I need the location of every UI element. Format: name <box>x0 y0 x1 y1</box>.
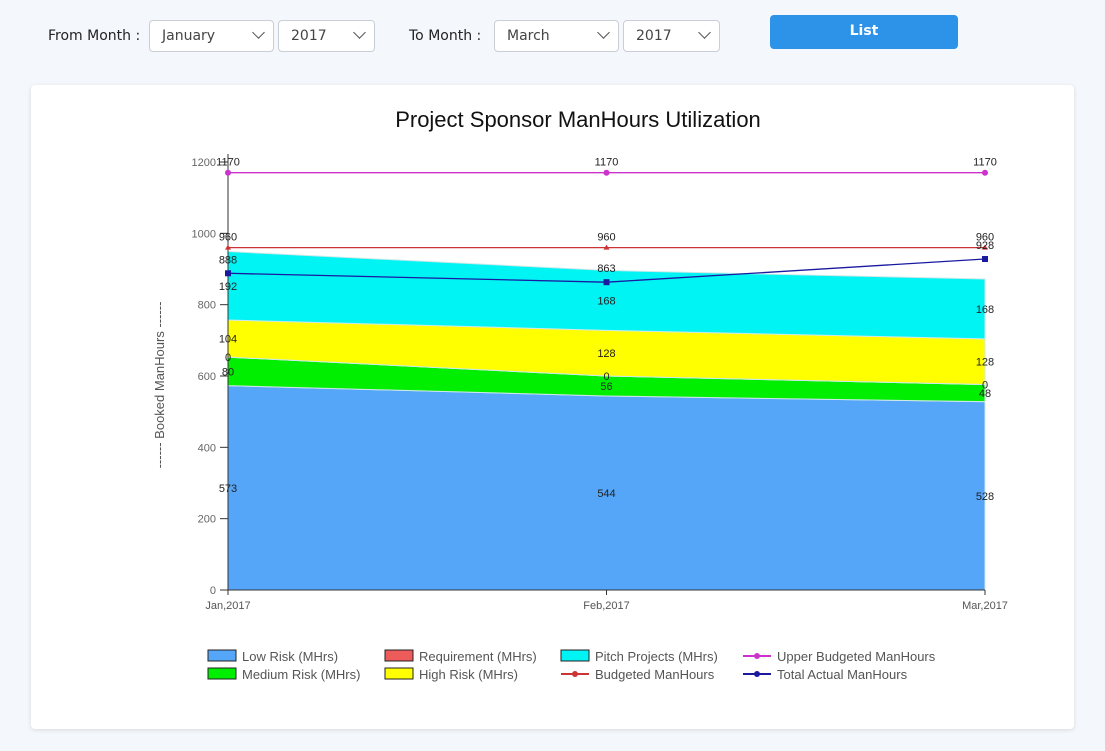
chart-svg: Project Sponsor ManHours Utilization 0 20… <box>152 107 1008 682</box>
x-tick-label: Mar,2017 <box>962 600 1008 612</box>
data-label: 544 <box>597 488 615 500</box>
chevron-down-icon <box>698 26 711 39</box>
data-label: 0 <box>225 352 231 364</box>
legend-swatch <box>207 667 237 680</box>
data-label: 104 <box>219 334 237 346</box>
data-label: 528 <box>976 491 994 503</box>
y-tick-label: 800 <box>198 300 216 312</box>
legend-swatch <box>207 649 237 662</box>
from-year-value: 2017 <box>291 28 327 44</box>
chart-title: Project Sponsor ManHours Utilization <box>395 107 761 132</box>
data-label: 1170 <box>973 157 997 169</box>
line-marker <box>225 270 231 277</box>
y-axis-label: ------ Booked ManHours ------ <box>152 302 167 469</box>
filter-bar: From Month : January 2017 To Month : Mar… <box>0 0 1105 70</box>
list-button[interactable]: List <box>770 15 958 49</box>
data-label: 128 <box>597 348 615 360</box>
data-label: 960 <box>597 232 615 244</box>
to-month-value: March <box>507 28 550 44</box>
legend-label: Upper Budgeted ManHours <box>777 649 936 664</box>
y-tick-label: 200 <box>198 514 216 526</box>
data-label: 0 <box>982 380 988 392</box>
data-label: 863 <box>597 263 615 275</box>
chevron-down-icon <box>353 26 366 39</box>
legend-label: Medium Risk (MHrs) <box>242 667 360 682</box>
data-label: 1170 <box>216 157 240 169</box>
line-marker <box>603 169 610 176</box>
to-month-select[interactable]: March <box>494 20 619 52</box>
line-marker <box>982 256 988 263</box>
data-label: 128 <box>976 357 994 369</box>
chart-card: Project Sponsor ManHours Utilization 0 20… <box>31 85 1074 729</box>
legend-swatch <box>384 649 414 662</box>
from-month-label: From Month : <box>48 28 141 44</box>
data-label: 928 <box>976 240 994 252</box>
legend-label: Pitch Projects (MHrs) <box>595 649 718 664</box>
from-month-value: January <box>162 28 216 44</box>
from-month-select[interactable]: January <box>149 20 274 52</box>
to-year-value: 2017 <box>636 28 672 44</box>
data-label: 888 <box>219 254 237 266</box>
y-tick-label: 1000 <box>192 228 216 240</box>
data-label: 1170 <box>595 157 619 169</box>
legend-label: Low Risk (MHrs) <box>242 649 338 664</box>
legend-label: Requirement (MHrs) <box>419 649 537 664</box>
line-marker <box>225 169 231 176</box>
line-marker <box>603 279 610 286</box>
legend: Low Risk (MHrs) Requirement (MHrs) Pitch P… <box>207 649 936 682</box>
data-label: 168 <box>976 304 994 316</box>
data-label: 573 <box>219 483 237 495</box>
to-month-label: To Month : <box>409 28 482 44</box>
legend-label: Budgeted ManHours <box>595 667 715 682</box>
line-marker <box>982 169 988 176</box>
legend-label: High Risk (MHrs) <box>419 667 518 682</box>
data-label: 0 <box>603 371 609 383</box>
x-tick-label: Jan,2017 <box>205 600 250 612</box>
legend-marker <box>754 653 760 659</box>
legend-marker <box>754 671 760 677</box>
y-tick-label: 0 <box>210 585 216 597</box>
legend-swatch <box>560 649 590 662</box>
y-tick-label: 600 <box>198 371 216 383</box>
chevron-down-icon <box>252 26 265 39</box>
to-year-select[interactable]: 2017 <box>623 20 720 52</box>
legend-label: Total Actual ManHours <box>777 667 908 682</box>
legend-marker <box>572 671 578 677</box>
data-label: 960 <box>219 232 237 244</box>
data-label: 168 <box>597 295 615 307</box>
y-tick-label: 1200 <box>192 157 216 169</box>
legend-swatch <box>384 667 414 680</box>
chevron-down-icon <box>597 26 610 39</box>
data-label: 192 <box>219 281 237 293</box>
from-year-select[interactable]: 2017 <box>278 20 375 52</box>
data-label: 80 <box>222 366 234 378</box>
y-tick-label: 400 <box>198 442 216 454</box>
x-tick-label: Feb,2017 <box>583 600 629 612</box>
